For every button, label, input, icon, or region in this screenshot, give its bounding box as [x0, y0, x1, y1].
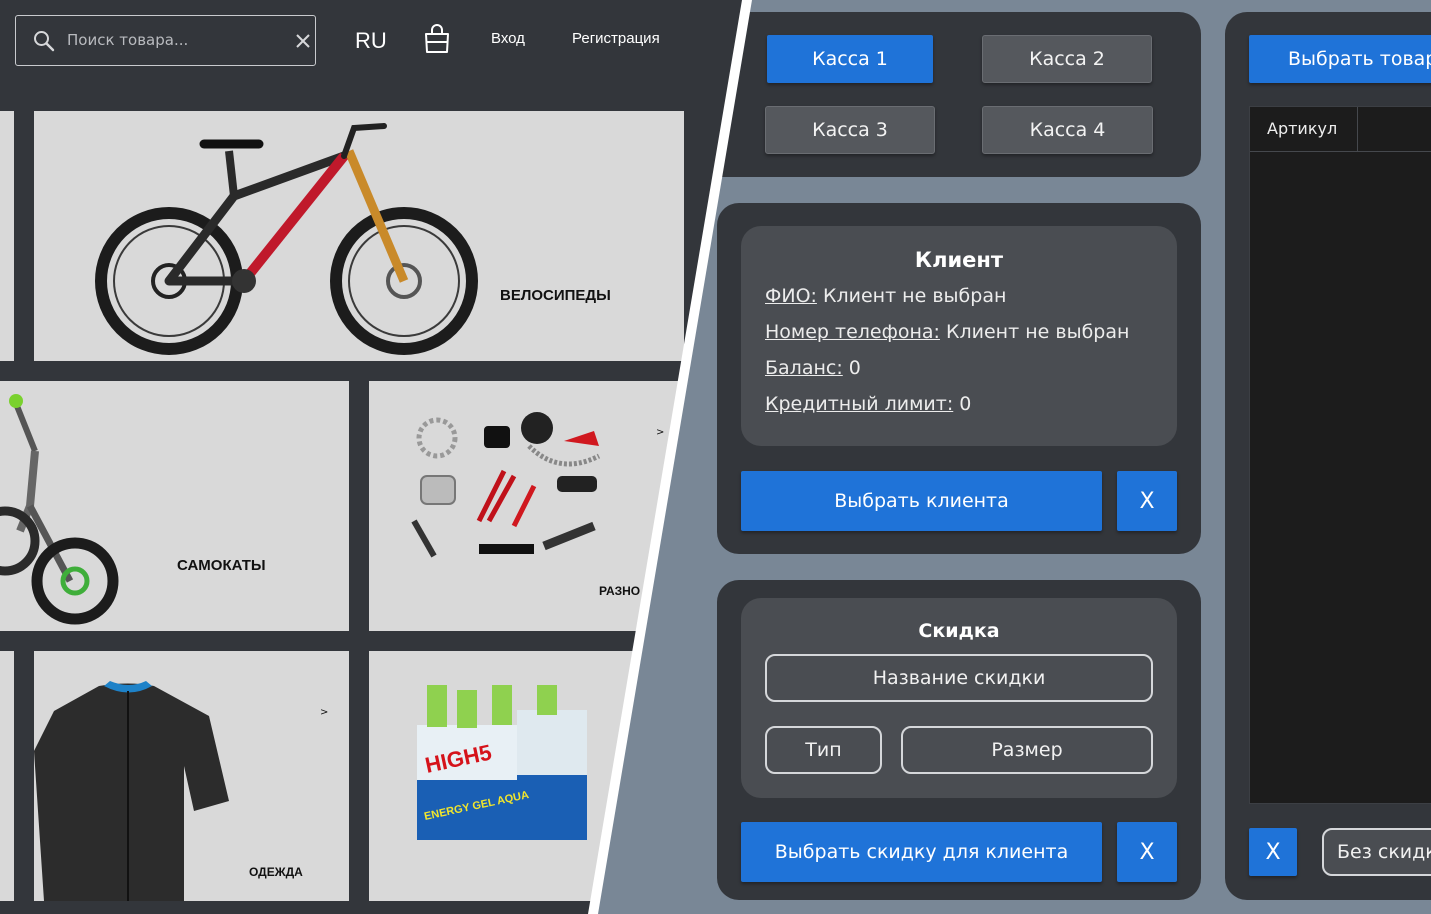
client-balance-value: 0: [848, 357, 861, 379]
clear-client-button[interactable]: X: [1117, 471, 1177, 531]
category-tile-scooters[interactable]: САМОКАТЫ: [0, 381, 349, 631]
select-discount-button[interactable]: Выбрать скидку для клиента: [741, 822, 1102, 882]
login-link[interactable]: Вход: [491, 30, 525, 47]
register-link[interactable]: Регистрация: [572, 30, 660, 47]
category-label: САМОКАТЫ: [177, 557, 266, 574]
client-phone-row: Номер телефона: Клиент не выбран: [765, 321, 1129, 343]
scooter-image: [0, 394, 119, 625]
client-phone-value: Клиент не выбран: [946, 321, 1130, 343]
client-name-label: ФИО:: [765, 285, 817, 307]
search-box[interactable]: Поиск товара...: [15, 15, 316, 66]
search-icon: [34, 31, 55, 52]
clear-search-icon[interactable]: [295, 33, 311, 49]
products-table-header: Артикул: [1250, 107, 1431, 152]
client-info-card: Клиент ФИО: Клиент не выбран Номер телеф…: [741, 226, 1177, 446]
client-name-value: Клиент не выбран: [822, 285, 1007, 307]
language-switch[interactable]: RU: [355, 28, 387, 54]
category-tile-partial[interactable]: [0, 111, 14, 361]
register-button-3[interactable]: Касса 3: [765, 106, 935, 154]
category-tile-partial[interactable]: [0, 651, 14, 901]
discount-name-field[interactable]: Название скидки: [765, 654, 1153, 702]
discount-size-field[interactable]: Размер: [901, 726, 1153, 774]
client-credit-value: 0: [959, 393, 972, 415]
client-balance-label: Баланс:: [765, 357, 843, 379]
category-tile-clothes[interactable]: > ОДЕЖДА: [34, 651, 349, 901]
client-credit-row: Кредитный лимит: 0: [765, 393, 971, 415]
column-article[interactable]: Артикул: [1267, 119, 1337, 138]
energy-gel-image: HIGH5 ENERGY GEL AQUA: [417, 685, 587, 840]
discount-type-field[interactable]: Тип: [765, 726, 882, 774]
client-name-row: ФИО: Клиент не выбран: [765, 285, 1006, 307]
category-label: ОДЕЖДА: [249, 865, 303, 879]
category-tile-misc[interactable]: > РАЗНО: [369, 381, 684, 631]
client-credit-label: Кредитный лимит:: [765, 393, 954, 415]
column-divider: [1357, 107, 1358, 152]
discount-title: Скидка: [918, 620, 1000, 642]
category-tile-bikes[interactable]: ВЕЛОСИПЕДЫ: [34, 111, 684, 361]
select-client-button[interactable]: Выбрать клиента: [741, 471, 1102, 531]
cart-bag-icon[interactable]: [423, 23, 451, 54]
products-table: Артикул: [1249, 106, 1431, 804]
register-button-1[interactable]: Касса 1: [767, 35, 933, 83]
register-button-2[interactable]: Касса 2: [982, 35, 1152, 83]
tile-arrow: >: [656, 427, 665, 438]
client-phone-label: Номер телефона:: [765, 321, 940, 343]
clear-discount-button[interactable]: X: [1117, 822, 1177, 882]
client-title: Клиент: [914, 248, 1004, 272]
clear-products-button[interactable]: X: [1249, 828, 1297, 876]
tile-arrow: >: [320, 707, 329, 718]
no-discount-button[interactable]: Без скидк: [1322, 828, 1431, 876]
select-product-button[interactable]: Выбрать товар: [1249, 35, 1431, 83]
category-label: РАЗНО: [599, 584, 641, 598]
jersey-image: [34, 681, 229, 901]
category-label: ВЕЛОСИПЕДЫ: [500, 287, 611, 304]
bicycle-image: [95, 123, 478, 355]
client-balance-row: Баланс: 0: [765, 357, 861, 379]
tools-image: [411, 412, 601, 558]
search-input[interactable]: Поиск товара...: [67, 31, 188, 49]
register-button-4[interactable]: Касса 4: [982, 106, 1153, 154]
